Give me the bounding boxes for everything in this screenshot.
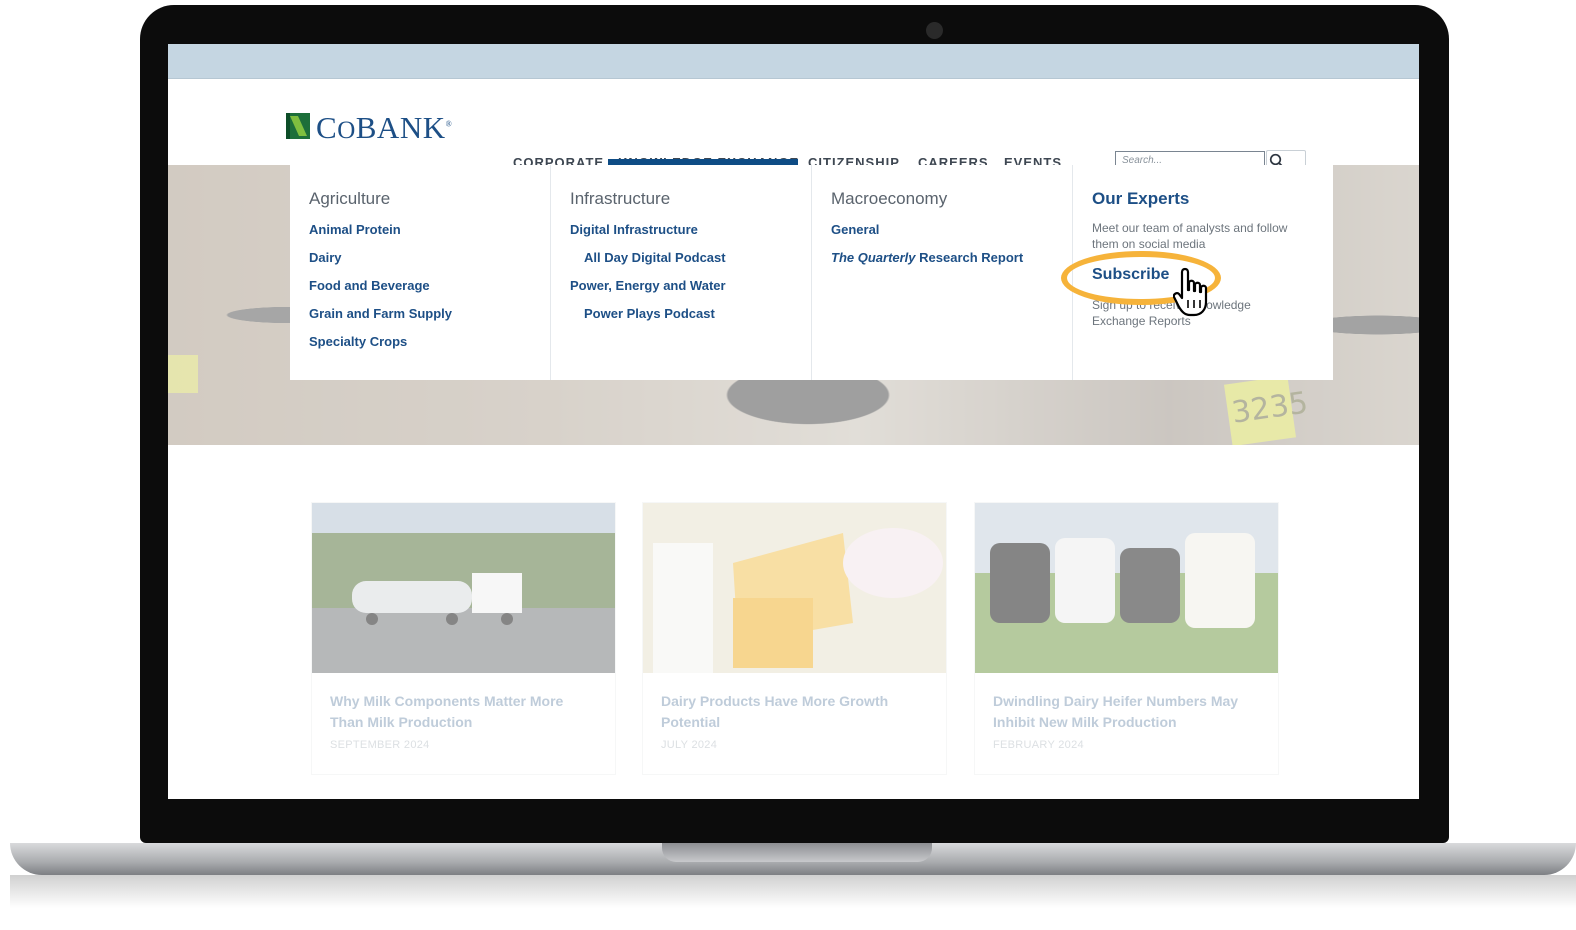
article-image-dairy-products [643, 503, 946, 673]
menu-heading-agriculture[interactable]: Agriculture [309, 189, 390, 209]
article-card[interactable]: Why Milk Components Matter More Than Mil… [311, 502, 616, 775]
laptop-reflection [656, 912, 928, 930]
menu-link-general[interactable]: General [831, 222, 879, 237]
menu-link-food-and-beverage[interactable]: Food and Beverage [309, 278, 430, 293]
menu-column-macroeconomy: Macroeconomy General The Quarterly Resea… [812, 165, 1073, 380]
hand-pointer-cursor-icon [1173, 267, 1208, 317]
cobank-logo-mark-icon [286, 113, 310, 139]
experts-note: Meet our team of analysts and follow the… [1092, 221, 1288, 251]
laptop-hinge-notch [662, 843, 932, 862]
menu-link-all-day-digital-podcast[interactable]: All Day Digital Podcast [584, 250, 726, 265]
top-utility-bar [168, 44, 1419, 79]
browser-screen: COBANK® CORPORATE KNOWLEDGE EXCHANGE CIT… [168, 44, 1419, 799]
article-date: FEBRUARY 2024 [993, 739, 1084, 751]
menu-link-specialty-crops[interactable]: Specialty Crops [309, 334, 407, 349]
article-date: JULY 2024 [661, 739, 718, 751]
logo-wordmark: COBANK® [316, 110, 453, 145]
article-title[interactable]: Dwindling Dairy Heifer Numbers May Inhib… [993, 691, 1263, 733]
menu-link-dairy[interactable]: Dairy [309, 250, 342, 265]
menu-column-infrastructure: Infrastructure Digital Infrastructure Al… [551, 165, 812, 380]
cobank-logo[interactable]: COBANK® [286, 110, 454, 153]
article-date: SEPTEMBER 2024 [330, 739, 430, 751]
menu-heading-infrastructure[interactable]: Infrastructure [570, 189, 670, 209]
quarterly-italic: The Quarterly [831, 250, 916, 265]
article-title[interactable]: Why Milk Components Matter More Than Mil… [330, 691, 600, 733]
quarterly-rest: Research Report [915, 250, 1024, 265]
menu-link-digital-infrastructure[interactable]: Digital Infrastructure [570, 222, 698, 237]
webcam [926, 22, 943, 39]
menu-column-agriculture: Agriculture Animal Protein Dairy Food an… [290, 165, 551, 380]
menu-link-power-energy-water[interactable]: Power, Energy and Water [570, 278, 726, 293]
menu-link-animal-protein[interactable]: Animal Protein [309, 222, 401, 237]
article-card[interactable]: Dwindling Dairy Heifer Numbers May Inhib… [974, 502, 1279, 775]
menu-heading-our-experts[interactable]: Our Experts [1092, 189, 1189, 209]
menu-link-grain-and-farm-supply[interactable]: Grain and Farm Supply [309, 306, 452, 321]
article-image-dairy-heifers [975, 503, 1278, 673]
article-section: Why Milk Components Matter More Than Mil… [168, 445, 1419, 799]
site-header: COBANK® CORPORATE KNOWLEDGE EXCHANGE CIT… [168, 79, 1419, 172]
menu-heading-macroeconomy[interactable]: Macroeconomy [831, 189, 947, 209]
menu-link-power-plays-podcast[interactable]: Power Plays Podcast [584, 306, 715, 321]
article-image-milk-truck [312, 503, 615, 673]
article-title[interactable]: Dairy Products Have More Growth Potentia… [661, 691, 931, 733]
article-card[interactable]: Dairy Products Have More Growth Potentia… [642, 502, 947, 775]
menu-link-quarterly-research-report[interactable]: The Quarterly Research Report [831, 250, 1023, 265]
